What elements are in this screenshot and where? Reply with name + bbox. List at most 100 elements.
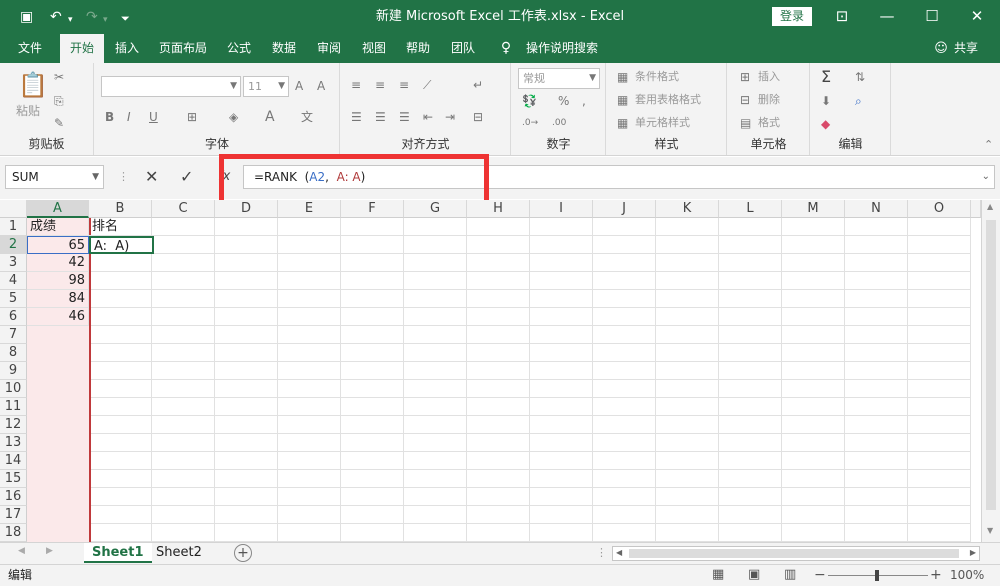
select-all-corner[interactable] [0,200,27,218]
grid-cell[interactable] [782,290,845,308]
grid-cell[interactable] [656,344,719,362]
cell-a1[interactable]: 成绩 [27,218,89,236]
grid-cell[interactable] [908,524,971,542]
grid-cell[interactable] [215,236,278,254]
grid-cell[interactable] [404,218,467,236]
grid-cell[interactable] [215,488,278,506]
grid-cell[interactable] [152,398,215,416]
grid-cell[interactable] [719,344,782,362]
zoom-in-icon[interactable]: + [930,565,942,585]
grid-cell[interactable] [404,416,467,434]
grid-cell[interactable] [908,416,971,434]
login-button[interactable]: 登录 [772,7,812,26]
cell-b1[interactable]: 排名 [89,218,152,236]
grid-cell[interactable] [404,254,467,272]
grid-cell[interactable] [215,470,278,488]
grid-cell[interactable] [530,434,593,452]
grid-cell[interactable] [215,524,278,542]
column-header-m[interactable]: M [782,200,845,218]
grid-cell[interactable] [782,218,845,236]
grid-cell[interactable] [89,326,152,344]
sheet-tab-sheet2[interactable]: Sheet2 [148,543,210,563]
grid-cell[interactable] [845,344,908,362]
grid-cell[interactable] [341,470,404,488]
grid-cell[interactable] [278,398,341,416]
customize-quick-access-icon[interactable]: ⏷ [121,10,130,28]
grid-cell[interactable] [719,380,782,398]
grid-cell[interactable] [215,434,278,452]
grid-cell[interactable] [845,398,908,416]
grid-cell[interactable] [530,416,593,434]
grid-cell[interactable] [845,434,908,452]
grid-cell[interactable] [908,326,971,344]
decrease-indent-icon[interactable]: ⇤ [423,109,433,125]
tab-view[interactable]: 视图 [355,34,393,63]
grid-cell[interactable] [152,416,215,434]
grid-cell[interactable] [782,380,845,398]
tab-home[interactable]: 开始 [60,34,104,63]
grid-cell[interactable] [593,434,656,452]
grid-cell[interactable] [278,506,341,524]
grid-cell[interactable] [341,218,404,236]
grid-cell[interactable] [278,434,341,452]
fill-color-icon[interactable]: ◈ [229,109,238,125]
grid-cell[interactable] [908,488,971,506]
grid-cell[interactable] [593,470,656,488]
row-header-5[interactable]: 5 [0,290,27,308]
split-handle-icon[interactable]: ⋮ [596,546,607,559]
border-icon[interactable]: ⊞ [187,109,197,125]
sheet-next-icon[interactable]: ▶ [46,546,53,556]
grid-cell[interactable] [467,254,530,272]
grid-cell[interactable] [845,272,908,290]
grid-cell[interactable] [278,326,341,344]
grid-cell[interactable] [278,380,341,398]
redo-dropdown-icon[interactable]: ▾ [103,11,108,29]
column-header-d[interactable]: D [215,200,278,218]
grid-cell[interactable] [467,218,530,236]
grid-cell[interactable] [593,218,656,236]
grid-cell[interactable] [341,326,404,344]
undo-dropdown-icon[interactable]: ▾ [68,11,73,29]
bold-button[interactable]: B [105,109,114,125]
grid-cell[interactable] [278,524,341,542]
grid-cell[interactable] [656,272,719,290]
grid-cell[interactable] [656,380,719,398]
grid-cell[interactable] [215,272,278,290]
horizontal-scrollbar[interactable]: ◀ ▶ [612,546,980,561]
grid-cell[interactable] [404,362,467,380]
merge-center-icon[interactable]: ⊟ [473,109,483,125]
italic-button[interactable]: I [127,109,131,125]
grid-cell[interactable] [467,488,530,506]
cancel-icon[interactable]: ✕ [145,168,158,186]
column-header-k[interactable]: K [656,200,719,218]
grid-cell[interactable] [152,470,215,488]
column-header-o[interactable]: O [908,200,971,218]
grid-cell[interactable] [656,218,719,236]
grid-cell[interactable] [215,344,278,362]
format-cells-button[interactable]: 格式 [758,115,780,131]
grid-cell[interactable] [593,254,656,272]
grid-cell[interactable] [152,506,215,524]
grid-cell[interactable] [845,470,908,488]
align-center-icon[interactable]: ☰ [375,109,386,125]
grid-cell[interactable] [908,380,971,398]
column-header-f[interactable]: F [341,200,404,218]
grid-cell[interactable] [404,506,467,524]
row-header-3[interactable]: 3 [0,254,27,272]
grid-cell[interactable] [593,524,656,542]
grid-cell[interactable] [467,326,530,344]
find-select-icon[interactable]: ⌕ [855,93,862,109]
grid-cell[interactable] [593,272,656,290]
grid-cell[interactable] [152,236,215,254]
grid-cell[interactable] [341,488,404,506]
grid-cell[interactable] [845,524,908,542]
grid-cell[interactable] [89,488,152,506]
grid-cell[interactable] [404,308,467,326]
grid-cell[interactable] [341,308,404,326]
grid-cell[interactable] [530,362,593,380]
grid-cell[interactable] [530,308,593,326]
grid-cell[interactable] [593,362,656,380]
grid-cell[interactable] [593,416,656,434]
grid-cell[interactable] [782,416,845,434]
scroll-right-icon[interactable]: ▶ [970,548,976,557]
